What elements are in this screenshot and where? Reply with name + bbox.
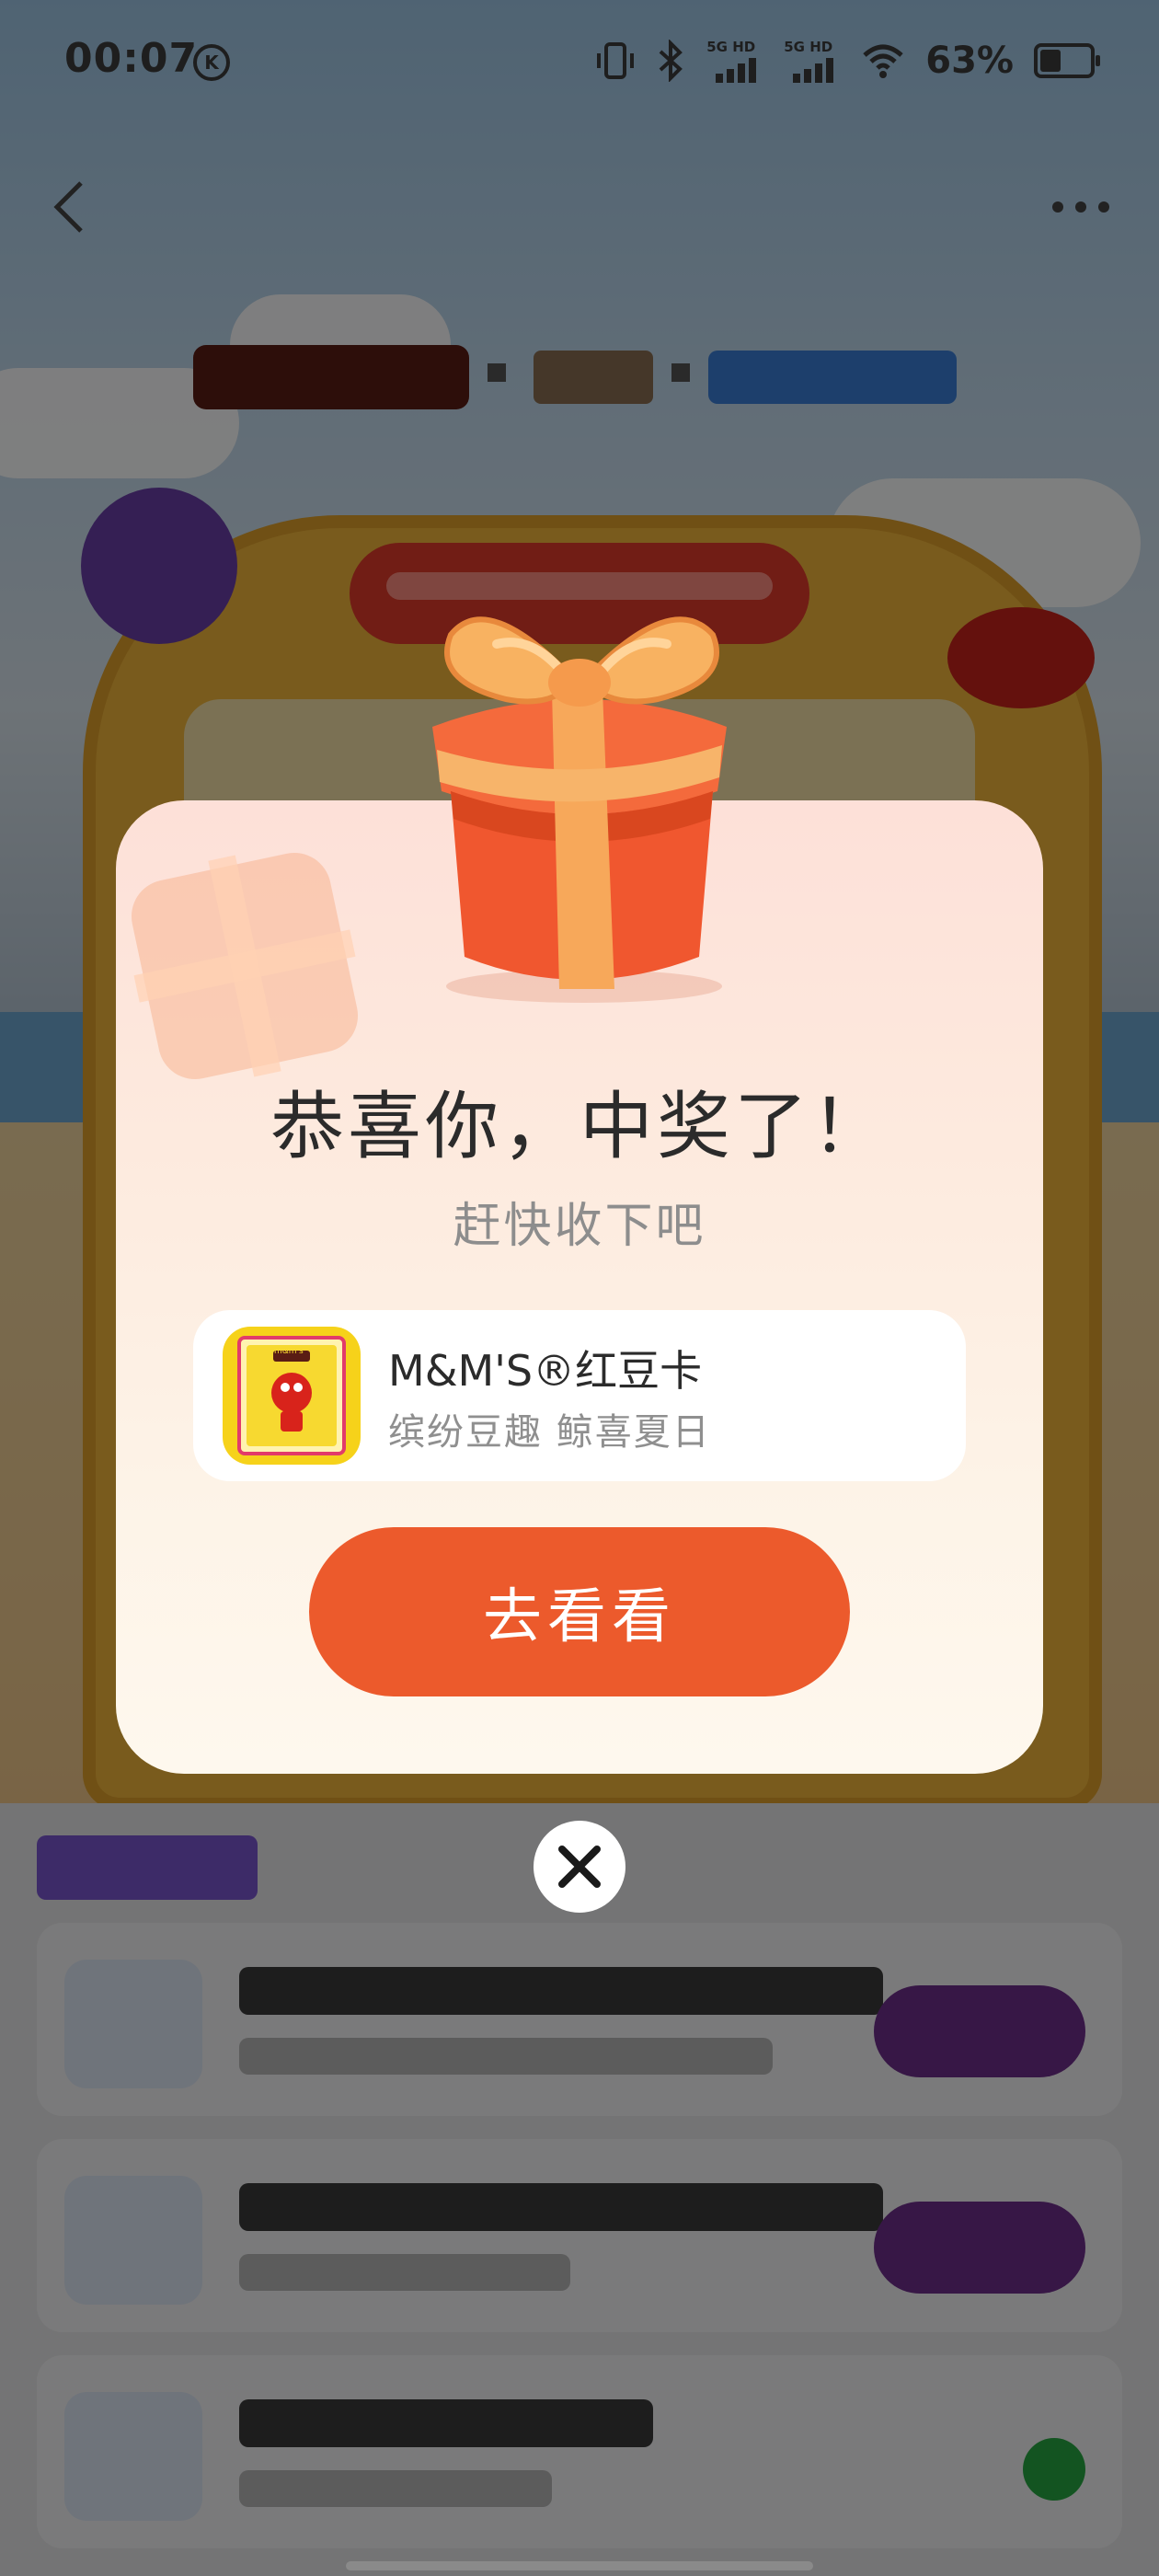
battery-icon [1034,43,1100,78]
dialog-title: 恭喜你，中奖了！ [270,1084,889,1169]
status-time: 00:07 [64,35,199,82]
bluetooth-icon [659,40,683,82]
status-badge: K [193,44,230,81]
view-prize-button[interactable]: 去看看 [309,1527,850,1696]
gift-box-icon [432,616,727,1003]
battery-percent: 63% [925,40,1014,82]
wifi-icon [863,44,903,78]
status-bar: 00:07 K 5G HD 5G HD 63% [0,0,1159,124]
gift-watermark [124,845,365,1087]
chevron-left-icon[interactable] [37,170,110,244]
signal-icon: 5G HD [784,39,841,83]
home-indicator[interactable] [346,2561,813,2570]
prize-thumb-label: m&m's [274,1347,304,1356]
prize-card[interactable]: m&m's M&M'S®红豆卡 缤纷豆趣 鲸喜夏日 [193,1310,966,1481]
signal-icon: 5G HD [706,39,763,83]
status-icons: 5G HD 5G HD 63% [596,37,1100,85]
network-label: 5G HD [706,39,756,55]
close-button[interactable] [534,1821,625,1913]
dialog-subtitle: 赶快收下吧 [453,1199,706,1254]
prize-name: M&M'S®红豆卡 [388,1346,703,1396]
close-icon [558,1846,601,1888]
more-horizontal-icon[interactable] [1039,175,1122,239]
prize-description: 缤纷豆趣 鲸喜夏日 [388,1411,711,1454]
vibrate-icon [597,42,635,79]
network-label: 5G HD [784,39,833,55]
